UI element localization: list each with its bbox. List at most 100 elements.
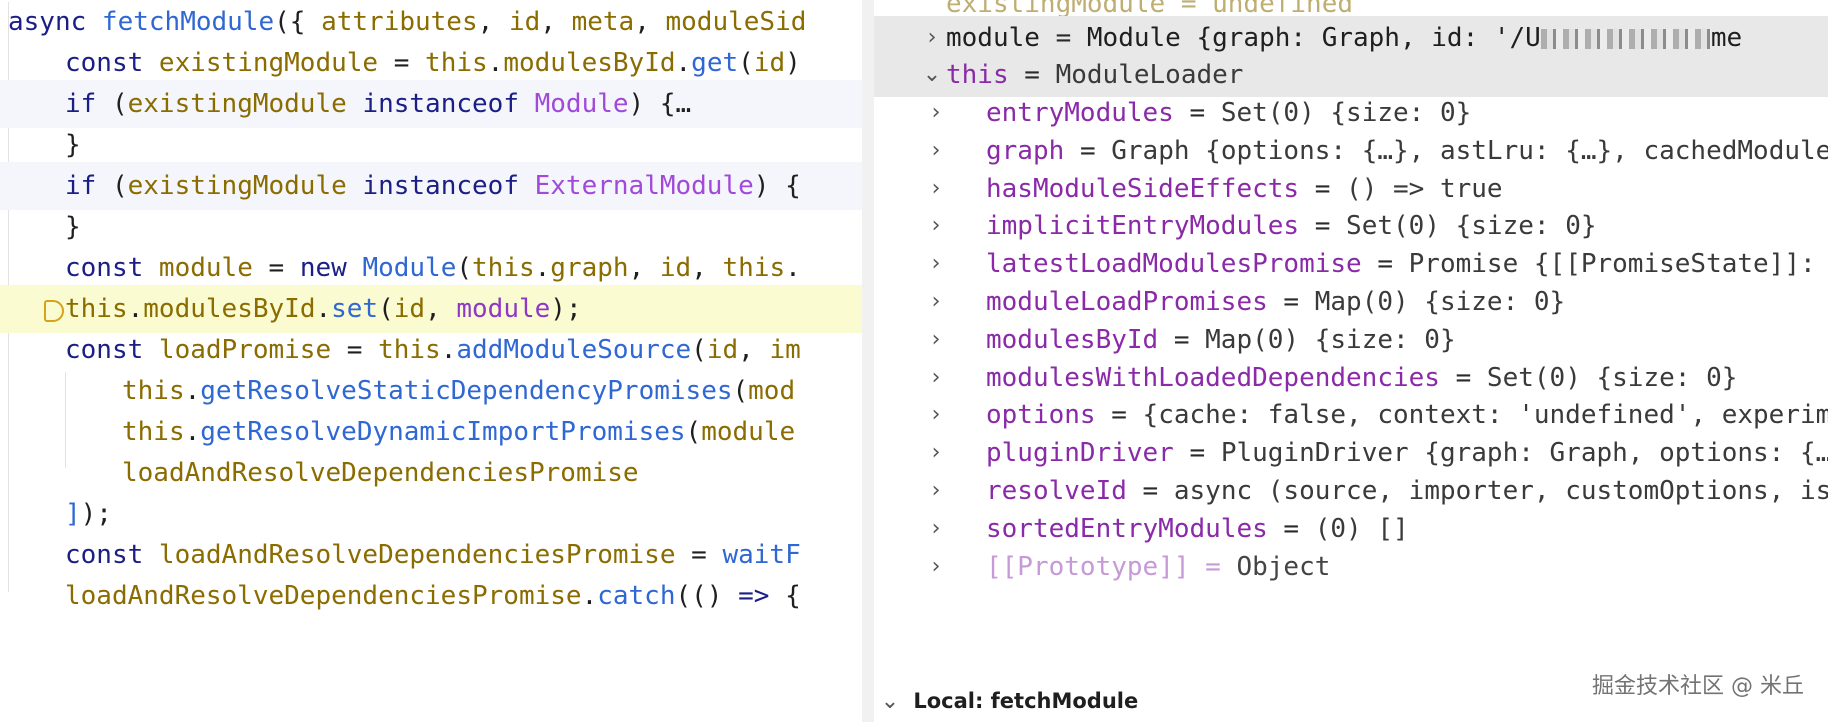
variable-value: Set(0) {size: 0}: [1346, 211, 1597, 241]
code-token: ]: [65, 499, 81, 529]
code-token: ): [785, 48, 801, 78]
pane-divider[interactable]: [862, 0, 874, 722]
code-token: attributes: [321, 7, 478, 37]
variable-value: Map(0) {size: 0}: [1314, 287, 1566, 317]
variable-name: hasModuleSideEffects: [986, 174, 1300, 204]
code-token: modulesById: [143, 294, 316, 324]
variable-name: [[Prototype]]: [986, 552, 1190, 582]
code-token: const: [65, 253, 159, 283]
code-editor[interactable]: async fetchModule({ attributes, id, meta…: [0, 0, 862, 722]
code-token: this: [122, 417, 185, 447]
variable-value: Promise {[[PromiseState]]:: [1408, 249, 1816, 279]
equals-sign: =: [1283, 287, 1300, 317]
code-token: );: [550, 294, 582, 324]
equals-sign: =: [1205, 552, 1221, 582]
variable-value: async (source, importer, customOptions, …: [1173, 476, 1828, 506]
code-token: .: [440, 335, 457, 365]
code-token: this: [722, 253, 786, 283]
code-token: id: [393, 294, 426, 324]
code-token: id: [508, 7, 541, 37]
equals-sign: =: [1173, 325, 1190, 355]
code-token: loadAndResolveDependenciesPromise: [65, 581, 582, 611]
chevron-down-icon[interactable]: ⌄: [874, 681, 906, 725]
code-token: set: [331, 294, 379, 324]
code-token: ) {: [753, 171, 801, 201]
code-token: ,: [540, 7, 572, 37]
code-token: async: [8, 7, 102, 37]
code-token: getResolveStaticDependencyPromises: [200, 376, 733, 406]
code-token: (: [111, 171, 128, 201]
variable-name: entryModules: [986, 98, 1174, 128]
variable-value: Graph {options: {…}, astLru: {…}, cached…: [1111, 136, 1828, 166]
code-token: .: [184, 417, 201, 447]
code-token: existingModule: [158, 48, 379, 78]
variable-name: this: [946, 60, 1009, 90]
code-token: =: [252, 253, 300, 283]
code-token: loadAndResolveDependenciesPromise: [158, 540, 676, 570]
code-token: existingModule: [127, 171, 347, 201]
code-token: fetchModule: [101, 7, 275, 37]
code-token: ,: [738, 335, 770, 365]
code-token: }: [65, 212, 81, 242]
variable-value: ModuleLoader: [1055, 60, 1244, 90]
variable-value: Object: [1236, 552, 1331, 582]
code-token: .: [785, 253, 801, 283]
code-token: =: [378, 48, 426, 78]
variable-value: () => true: [1346, 174, 1503, 204]
variable-name: modulesWithLoadedDependencies: [986, 363, 1440, 393]
variable-value: PluginDriver {graph: Graph, options: {…: [1220, 438, 1828, 468]
code-token: (: [738, 48, 754, 78]
code-token: .: [184, 376, 201, 406]
variable-name: modulesById: [986, 325, 1159, 355]
code-line[interactable]: loadAndResolveDependenciesPromise.catch(…: [0, 572, 862, 620]
code-token: getResolveDynamicImportPromises: [200, 417, 686, 447]
code-token: const: [65, 48, 159, 78]
code-token: id: [753, 48, 786, 78]
variable-value: {cache: false, context: 'undefined', exp…: [1142, 400, 1828, 430]
code-token: new: [299, 253, 363, 283]
code-token: waitF: [722, 540, 801, 570]
code-token: =: [675, 540, 723, 570]
variable-value-tail: me: [1710, 23, 1743, 53]
code-token: (: [685, 417, 702, 447]
equals-sign: =: [1189, 438, 1206, 468]
variable-value: (0) []: [1314, 514, 1409, 544]
code-token: .: [581, 581, 598, 611]
code-token: Module: [534, 89, 629, 119]
variable-name: module: [946, 23, 1040, 53]
equals-sign: =: [1455, 363, 1472, 393]
code-token: {: [769, 581, 801, 611]
variable-name: latestLoadModulesPromise: [986, 249, 1362, 279]
code-token: );: [80, 499, 112, 529]
variable-name: sortedEntryModules: [986, 514, 1268, 544]
equals-sign: =: [1024, 60, 1040, 90]
equals-sign: =: [1283, 514, 1300, 544]
equals-sign: =: [1055, 23, 1072, 53]
variable-name: resolveId: [986, 476, 1127, 506]
code-token: instanceof: [362, 171, 535, 201]
variable-value: Module {graph: Graph, id: '/U: [1086, 23, 1541, 53]
code-token: ({: [274, 7, 322, 37]
variable-name: pluginDriver: [986, 438, 1174, 468]
code-token: module: [456, 294, 551, 324]
code-token: mod: [748, 376, 796, 406]
code-token: this: [425, 48, 488, 78]
code-token: =>: [738, 581, 770, 611]
code-token: .: [534, 253, 551, 283]
code-token: loadAndResolveDependenciesPromise: [122, 458, 639, 488]
local-scope-label: Local: fetchModule: [913, 689, 1139, 713]
code-token: const: [65, 335, 159, 365]
code-token: .: [487, 48, 504, 78]
code-token: (: [691, 335, 707, 365]
code-token: existingModule: [127, 89, 347, 119]
code-token: .: [675, 48, 692, 78]
code-token: ,: [425, 294, 457, 324]
variable-value: Set(0) {size: 0}: [1220, 98, 1472, 128]
variable-row-prototype[interactable]: › [[Prototype]] = Object: [874, 545, 1828, 589]
debugger-variables-panel[interactable]: existingModule = undefined › module = Modu…: [874, 0, 1828, 722]
variable-value: Set(0) {size: 0}: [1486, 363, 1738, 393]
chevron-right-icon[interactable]: ›: [924, 545, 948, 589]
code-token: (: [732, 376, 749, 406]
